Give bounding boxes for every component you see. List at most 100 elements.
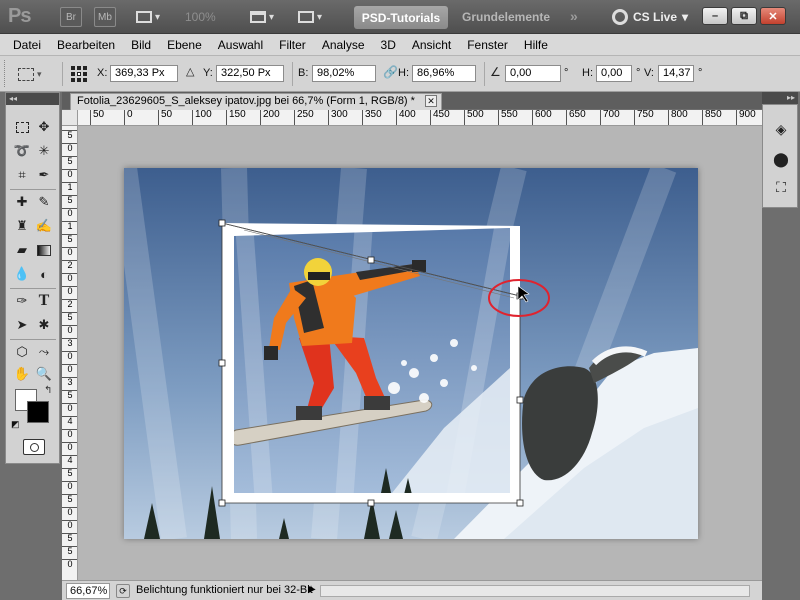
pen-tool-icon[interactable]: ✑ — [12, 291, 32, 311]
lasso-tool-icon[interactable]: ➰ — [12, 141, 32, 161]
menu-ebene[interactable]: Ebene — [159, 38, 210, 52]
status-info-icon[interactable]: ⟳ — [116, 584, 130, 598]
zoom-field[interactable]: 66,67% — [66, 583, 110, 599]
y-label: Y: — [203, 67, 213, 79]
dodge-tool-icon[interactable]: ◐ — [34, 264, 54, 284]
panel-expand-icon[interactable]: ▸▸ — [762, 92, 798, 104]
menu-3d[interactable]: 3D — [373, 38, 404, 52]
ruler-label: 5 — [62, 130, 77, 140]
document-image[interactable] — [124, 168, 698, 539]
clone-stamp-tool-icon[interactable]: ♜ — [12, 216, 32, 236]
move-tool-icon[interactable]: ✥ — [34, 117, 54, 137]
cs-live-button[interactable]: CS Live ▾ — [612, 7, 688, 27]
menu-bar: Datei Bearbeiten Bild Ebene Auswahl Filt… — [0, 34, 800, 56]
y-position-field[interactable]: 322,50 Px — [216, 65, 284, 82]
document-tab[interactable]: Fotolia_23629605_S_aleksey ipatov.jpg be… — [70, 93, 442, 110]
view-extras-button[interactable]: ▾ — [130, 7, 166, 27]
width-field[interactable]: 98,02% — [312, 65, 376, 82]
snowboarder-photo — [124, 168, 698, 539]
more-workspaces-button[interactable]: » — [570, 8, 578, 24]
screen-mode-icon — [297, 11, 314, 23]
menu-bild[interactable]: Bild — [123, 38, 159, 52]
menu-datei[interactable]: Datei — [5, 38, 49, 52]
x-label: X: — [97, 67, 108, 79]
custom-shape-tool-icon[interactable]: ✱ — [34, 315, 54, 335]
ruler-label: 800 — [668, 110, 688, 125]
ruler-label: 0 — [62, 403, 77, 413]
arrange-documents-button[interactable]: ▾ — [244, 7, 280, 27]
channels-panel-icon[interactable]: ⬤ — [771, 149, 791, 169]
ruler-label: 0 — [62, 273, 77, 283]
ruler-label: 500 — [464, 110, 484, 125]
vertical-ruler[interactable]: 5 0 5 0 1 5 0 1 5 0 2 0 0 2 5 0 3 0 0 3 5 0 4 0 0 4 5 0 5 0 0 5 5 0 — [62, 126, 78, 580]
status-menu-arrow-icon[interactable]: ▶ — [308, 584, 316, 595]
gradient-tool-icon[interactable] — [34, 240, 54, 260]
menu-bearbeiten[interactable]: Bearbeiten — [49, 38, 123, 52]
ruler-origin[interactable] — [62, 110, 78, 126]
zoom-tool-icon[interactable]: 🔍 — [34, 364, 54, 384]
layers-panel-icon[interactable]: ◈ — [771, 119, 791, 139]
crop-tool-icon[interactable]: ⌗ — [12, 165, 32, 185]
paths-panel-icon[interactable]: ⛶ — [771, 177, 791, 197]
marquee-tool-icon[interactable] — [12, 117, 32, 137]
horizontal-skew-field[interactable]: 0,00 — [596, 65, 632, 82]
background-color-swatch[interactable] — [27, 401, 49, 423]
menu-auswahl[interactable]: Auswahl — [210, 38, 271, 52]
eraser-tool-icon[interactable]: ▰ — [12, 240, 32, 260]
tool-preset-picker[interactable]: ▾ — [18, 65, 56, 83]
collapsed-panels: ◈ ⬤ ⛶ — [762, 104, 798, 208]
workspace-psd-tutorials[interactable]: PSD-Tutorials — [354, 6, 448, 29]
quick-mask-button[interactable] — [23, 439, 45, 455]
ruler-label: 5 — [62, 533, 77, 543]
height-field[interactable]: 86,96% — [412, 65, 476, 82]
degree-symbol: ° — [636, 67, 641, 79]
menu-analyse[interactable]: Analyse — [314, 38, 373, 52]
link-icon[interactable]: 🔗 — [383, 65, 398, 79]
type-tool-icon[interactable]: T — [34, 291, 54, 311]
ruler-label: 0 — [62, 325, 77, 335]
menu-hilfe[interactable]: Hilfe — [516, 38, 556, 52]
ruler-label: 50 — [158, 110, 172, 125]
blur-tool-icon[interactable]: 💧 — [12, 264, 32, 284]
ruler-label: 450 — [430, 110, 450, 125]
minimize-button[interactable]: – — [702, 7, 728, 25]
menu-fenster[interactable]: Fenster — [459, 38, 516, 52]
magic-wand-tool-icon[interactable]: ✳ — [34, 141, 54, 161]
healing-brush-tool-icon[interactable]: ✚ — [12, 192, 32, 212]
swap-colors-icon[interactable]: ↰ — [44, 385, 52, 396]
separator — [10, 189, 56, 190]
ruler-label: 3 — [62, 338, 77, 348]
vertical-skew-field[interactable]: 14,37 — [658, 65, 694, 82]
restore-button[interactable]: ⧉ — [731, 7, 757, 25]
close-button[interactable]: ✕ — [760, 7, 786, 25]
3d-rotate-tool-icon[interactable]: ⬡ — [12, 342, 32, 362]
screen-mode-button[interactable]: ▾ — [292, 7, 328, 27]
3d-orbit-tool-icon[interactable]: ⤳ — [34, 342, 54, 362]
horizontal-ruler[interactable]: 50 0 50 100 150 200 250 300 350 400 450 … — [62, 110, 762, 126]
rotate-angle-icon: ∠ — [490, 65, 501, 79]
close-document-icon[interactable]: ✕ — [425, 95, 437, 107]
horizontal-scrollbar[interactable] — [320, 585, 750, 597]
brush-tool-icon[interactable]: ✎ — [34, 192, 54, 212]
mini-bridge-button[interactable]: Mb — [94, 7, 116, 27]
ruler-label: 5 — [62, 390, 77, 400]
options-bar-grip[interactable] — [4, 60, 7, 87]
x-position-field[interactable]: 369,33 Px — [110, 65, 178, 82]
default-colors-icon[interactable]: ◩ — [11, 419, 20, 430]
menu-filter[interactable]: Filter — [271, 38, 314, 52]
zoom-level[interactable]: 100% — [185, 10, 216, 24]
relative-position-icon[interactable]: △ — [186, 65, 194, 78]
eyedropper-tool-icon[interactable]: ✒ — [34, 165, 54, 185]
hand-tool-icon[interactable]: ✋ — [12, 364, 32, 384]
ruler-label: 750 — [634, 110, 654, 125]
toolbox-collapse-icon[interactable]: ◂◂ — [6, 93, 59, 105]
bridge-button[interactable]: Br — [60, 7, 82, 27]
path-selection-tool-icon[interactable]: ➤ — [12, 315, 32, 335]
rotation-field[interactable]: 0,00 — [505, 65, 561, 82]
workspace-grundelemente[interactable]: Grundelemente — [462, 10, 550, 24]
chevron-down-icon: ▾ — [316, 11, 323, 23]
ruler-label: 5 — [62, 494, 77, 504]
menu-ansicht[interactable]: Ansicht — [404, 38, 459, 52]
reference-point-icon[interactable] — [70, 65, 88, 83]
history-brush-tool-icon[interactable]: ✍ — [34, 216, 54, 236]
